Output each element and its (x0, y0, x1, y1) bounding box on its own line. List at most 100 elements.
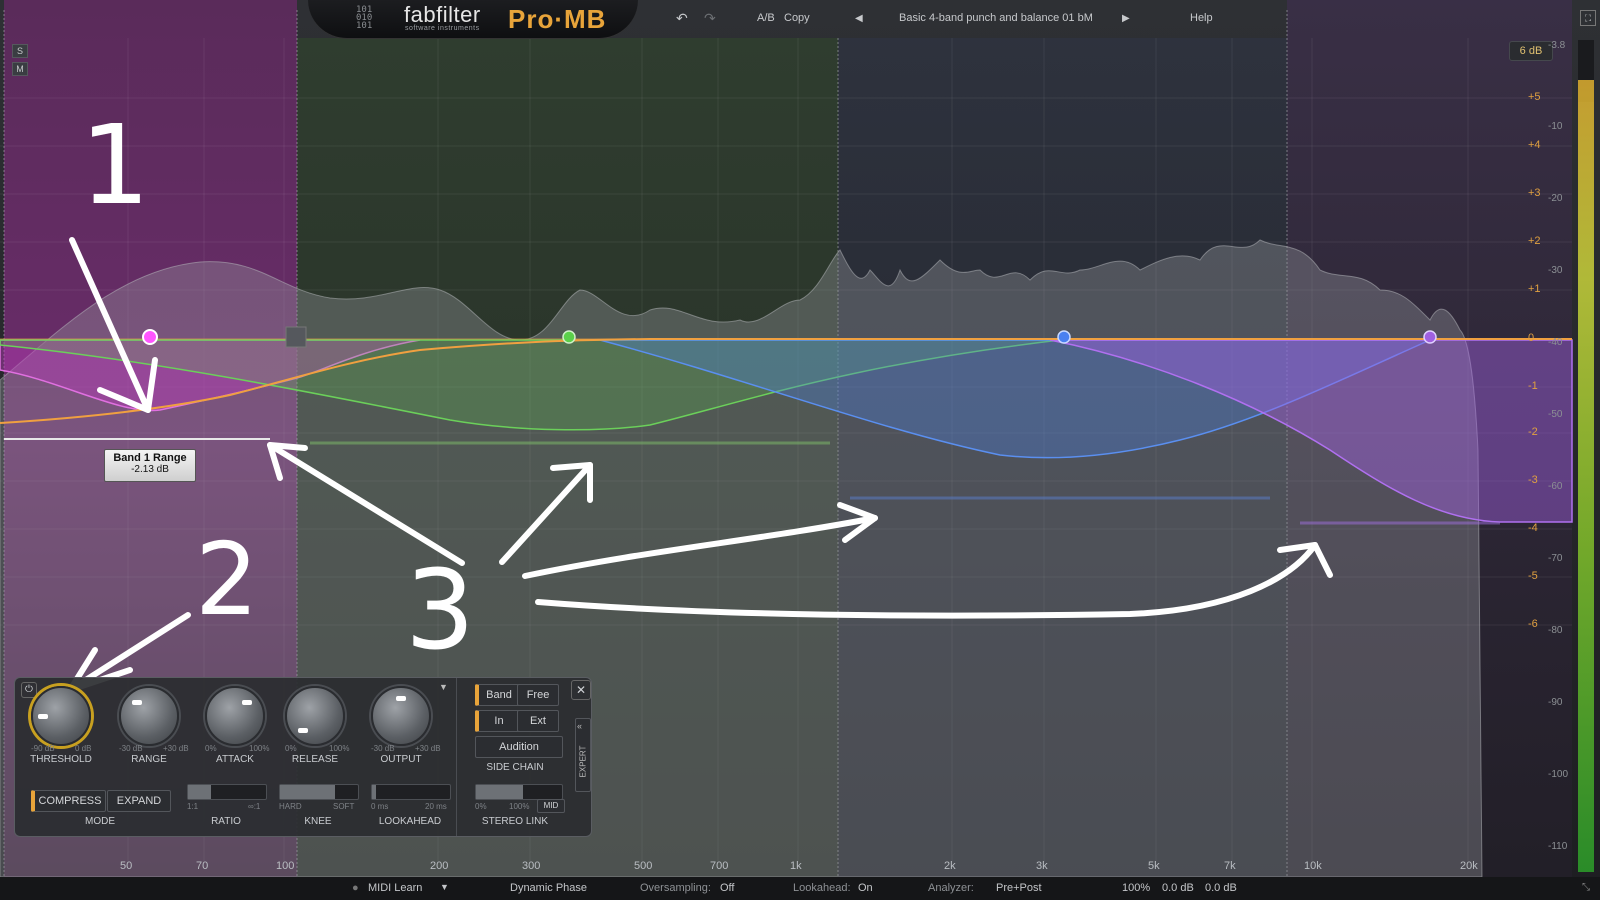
lookahead-max: 20 ms (425, 802, 447, 811)
knob-min-label: -30 dB (371, 744, 395, 753)
sidechain-free-button[interactable]: Free (517, 684, 559, 706)
stereo-link-max: 100% (509, 802, 530, 811)
audition-button[interactable]: Audition (475, 736, 563, 758)
fabfilter-logo: 101 010 101 fabfilter software instruments… (308, 0, 638, 39)
oversampling-value[interactable]: Off (720, 882, 734, 894)
sidechain-band-button[interactable]: Band (475, 684, 520, 706)
knob-max-label: 100% (249, 744, 270, 753)
stereo-link-mid-button[interactable]: MID (537, 799, 565, 813)
preset-next-icon[interactable]: ▶ (1122, 13, 1130, 24)
preset-prev-icon[interactable]: ◀ (855, 13, 863, 24)
sidechain-ext-button[interactable]: Ext (517, 710, 559, 732)
gain-tick-label: -1 (1528, 380, 1538, 392)
help-button[interactable]: Help (1190, 12, 1213, 24)
ratio-slider[interactable] (187, 784, 267, 800)
frequency-tick-label: 500 (634, 860, 653, 872)
knob-name-label: ATTACK (216, 754, 254, 765)
attack-knob[interactable] (205, 686, 265, 746)
copy-button[interactable]: Copy (784, 12, 810, 24)
top-toolbar: 101 010 101 fabfilter software instruments… (0, 0, 1600, 39)
gain-tick-label: 0 (1528, 332, 1535, 344)
gain-tick-label: -5 (1528, 570, 1538, 582)
gain-tick-label: +3 (1528, 187, 1541, 199)
band-3-handle[interactable] (1057, 330, 1071, 344)
frequency-tick-label: 70 (196, 860, 209, 872)
midi-dropdown-icon[interactable]: ▼ (440, 882, 449, 892)
output-knob[interactable] (371, 686, 431, 746)
range-knob[interactable] (119, 686, 179, 746)
ratio-slider-fill (188, 785, 212, 799)
ab-button[interactable]: A/B (757, 12, 775, 24)
frequency-tick-label: 300 (522, 860, 541, 872)
oversampling-label: Oversampling: (640, 882, 711, 894)
knob-indicator (396, 696, 406, 701)
input-gain-value[interactable]: 0.0 dB (1162, 882, 1194, 894)
knob-name-label: THRESHOLD (30, 754, 92, 765)
frequency-tick-label: 50 (120, 860, 133, 872)
mute-button[interactable]: M (12, 62, 28, 76)
lookahead-status-value[interactable]: On (858, 882, 873, 894)
meter-tick-label: -100 (1548, 769, 1569, 780)
meter-tick-label: -80 (1548, 625, 1563, 636)
knob-indicator (298, 727, 309, 733)
gain-tick-label: +1 (1528, 283, 1541, 295)
sidechain-in-button[interactable]: In (475, 710, 520, 732)
tooltip-value: -2.13 dB (131, 464, 169, 475)
undo-icon[interactable]: ↶ (676, 10, 688, 27)
meter-tick-label: -70 (1548, 553, 1563, 564)
lookahead-status-label: Lookahead: (793, 882, 851, 894)
knob-max-label: +30 dB (415, 744, 441, 753)
logo-binary-icon: 101 010 101 (356, 5, 373, 31)
zoom-value[interactable]: 100% (1122, 882, 1150, 894)
close-panel-icon[interactable]: ✕ (571, 680, 591, 700)
band-2-handle[interactable] (562, 330, 576, 344)
lookahead-slider[interactable] (371, 784, 451, 800)
band-range-tooltip: Band 1 Range -2.13 dB (104, 449, 196, 482)
lookahead-min: 0 ms (371, 802, 389, 811)
knee-max: SOFT (333, 802, 355, 811)
expand-button[interactable]: EXPAND (107, 790, 171, 812)
knob-min-label: -30 dB (119, 744, 143, 753)
frequency-tick-label: 3k (1036, 860, 1048, 872)
analyzer-value[interactable]: Pre+Post (996, 882, 1042, 894)
stereo-link-slider[interactable] (475, 784, 563, 800)
gain-tick-label: -6 (1528, 618, 1538, 630)
band-4-handle[interactable] (1423, 330, 1437, 344)
solo-button[interactable]: S (12, 44, 28, 58)
sidechain-label: SIDE CHAIN (486, 762, 544, 773)
knob-name-label: OUTPUT (380, 754, 422, 765)
ratio-min: 1:1 (187, 802, 199, 811)
midi-learn-button[interactable]: MIDI Learn (368, 882, 422, 894)
gain-tick-label: +2 (1528, 235, 1541, 247)
frequency-tick-label: 700 (710, 860, 729, 872)
preset-name[interactable]: Basic 4-band punch and balance 01 bM (899, 12, 1093, 24)
band-split-handle[interactable] (285, 326, 307, 348)
redo-icon[interactable]: ↷ (704, 10, 716, 27)
display-range-selector[interactable]: 6 dB (1509, 41, 1553, 61)
band-1-handle[interactable] (142, 329, 158, 345)
lookahead-label: LOOKAHEAD (378, 816, 442, 827)
gain-tick-label: -4 (1528, 522, 1538, 534)
output-gain-value[interactable]: 0.0 dB (1205, 882, 1237, 894)
ratio-label: RATIO (211, 816, 241, 827)
fullscreen-icon[interactable]: ⛶ (1580, 10, 1596, 26)
meter-tick-label: -110 (1548, 841, 1568, 852)
annotation-number-3: 3 (405, 546, 475, 674)
release-knob[interactable] (285, 686, 345, 746)
meter-tick-label: -60 (1548, 481, 1563, 492)
resize-grip-icon[interactable]: ⤡ (1582, 882, 1590, 893)
panel-dropdown-icon[interactable]: ▼ (439, 682, 448, 692)
stereo-link-slider-fill (476, 785, 524, 799)
frequency-tick-label: 20k (1460, 860, 1478, 872)
band-power-icon[interactable]: ⏻ (21, 682, 37, 698)
gain-tick-label: +4 (1528, 139, 1541, 151)
gain-tick-label: +5 (1528, 91, 1541, 103)
knob-indicator (241, 700, 252, 706)
knob-indicator (132, 700, 143, 706)
expert-toggle[interactable]: « EXPERT (575, 718, 591, 792)
compress-button[interactable]: COMPRESS (31, 790, 106, 812)
knob-name-label: RANGE (131, 754, 167, 765)
dynamic-phase-selector[interactable]: Dynamic Phase (510, 882, 587, 894)
knee-slider[interactable] (279, 784, 359, 800)
threshold-knob[interactable] (31, 686, 91, 746)
